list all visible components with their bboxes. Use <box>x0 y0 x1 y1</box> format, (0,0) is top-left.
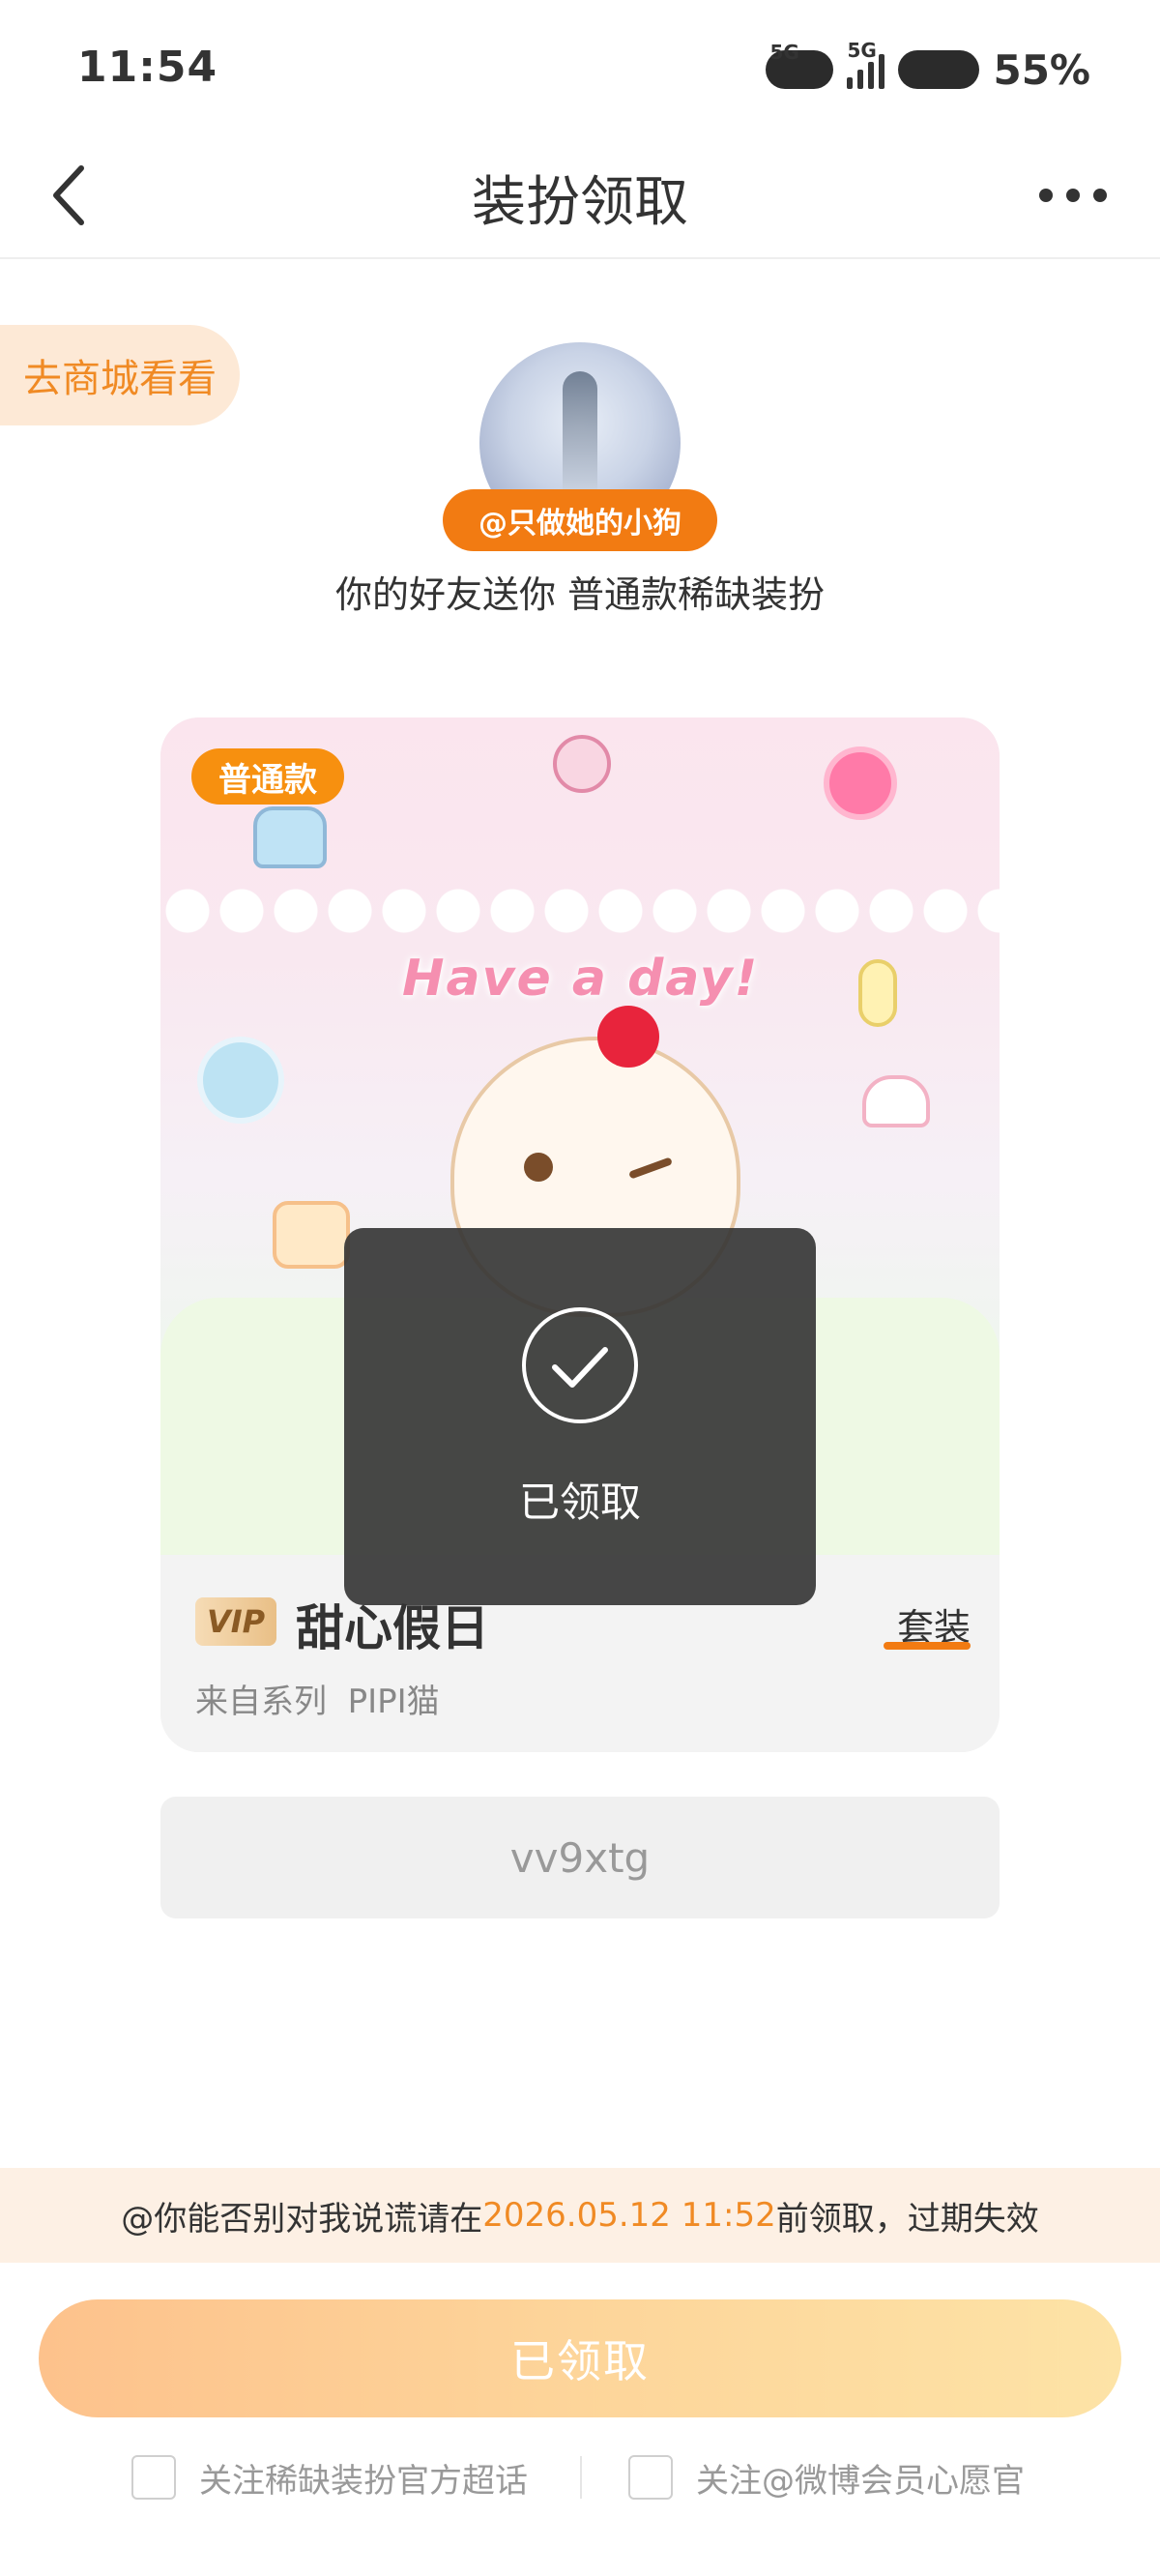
network-type-2: 5G <box>847 39 877 62</box>
series-label: 来自系列 <box>195 1683 327 1721</box>
status-time: 11:54 <box>77 43 218 92</box>
carrier-icon: 5G <box>766 41 834 89</box>
claimed-toast: 已领取 <box>344 1228 816 1605</box>
follow-divider <box>580 2456 582 2499</box>
status-icons: 5G 5G 55% <box>766 39 1090 97</box>
donut-icon <box>824 746 897 820</box>
notice-prefix: @你能否别对我说谎请在 <box>121 2199 483 2239</box>
lace-border <box>160 884 1000 938</box>
signal-icon: 5G <box>847 39 885 89</box>
toast-message: 已领取 <box>518 1478 641 1526</box>
cat-eye <box>524 1153 553 1182</box>
sender-username[interactable]: @只做她的小狗 <box>443 489 717 551</box>
more-dot-icon <box>1066 189 1080 202</box>
network-type-1: 5G <box>769 41 799 64</box>
follow-option-supertopic[interactable]: 关注稀缺装扮官方超话 <box>131 2448 528 2506</box>
cherry-icon <box>597 1006 659 1068</box>
series-info: 来自系列 PIPI猫 <box>195 1675 440 1722</box>
art-caption: Have a day! <box>402 950 760 1008</box>
follow-official-checkbox[interactable] <box>628 2455 673 2500</box>
item-type-underline <box>884 1642 971 1650</box>
more-options-button[interactable] <box>1025 164 1121 226</box>
series-name[interactable]: PIPI猫 <box>348 1683 440 1721</box>
go-to-shop-link[interactable]: 去商城看看 <box>0 325 240 425</box>
donut-icon <box>197 1037 284 1124</box>
cupcake-icon <box>862 1075 930 1127</box>
pudding-icon <box>253 806 327 868</box>
notice-suffix: 前领取，过期失效 <box>775 2199 1039 2239</box>
gift-message: 你的好友送你 普通款稀缺装扮 <box>0 565 1160 618</box>
carrier-icon-2 <box>898 50 980 89</box>
check-circle-icon <box>522 1307 638 1423</box>
follow-options: 关注稀缺装扮官方超话 关注@微博会员心愿官 <box>0 2448 1160 2506</box>
nav-header: 装扮领取 <box>0 135 1160 259</box>
more-dot-icon <box>1039 189 1053 202</box>
vip-badge: VIP <box>195 1597 276 1646</box>
page-title: 装扮领取 <box>472 171 688 234</box>
follow-supertopic-label: 关注稀缺装扮官方超话 <box>199 2461 528 2501</box>
deadline-notice: @你能否别对我说谎请在 2026.05.12 11:52 前领取，过期失效 <box>0 2168 1160 2263</box>
gift-message-prefix: 你的好友送你 <box>334 573 568 616</box>
spoon-icon <box>858 959 897 1027</box>
gift-code-field[interactable]: vv9xtg <box>160 1797 1000 1918</box>
checkmark-icon <box>552 1347 608 1388</box>
battery-level: 55% <box>993 45 1090 94</box>
status-bar: 11:54 5G 5G 55% <box>0 0 1160 135</box>
cake-icon <box>273 1201 350 1269</box>
cat-wink <box>628 1156 673 1180</box>
donut-icon <box>553 735 611 793</box>
claim-button[interactable]: 已领取 <box>39 2299 1121 2417</box>
normal-tier-badge: 普通款 <box>191 748 344 805</box>
follow-supertopic-checkbox[interactable] <box>131 2455 176 2500</box>
gift-message-item: 普通款稀缺装扮 <box>567 573 826 616</box>
follow-option-official[interactable]: 关注@微博会员心愿官 <box>628 2448 1025 2506</box>
notice-deadline: 2026.05.12 11:52 <box>482 2196 776 2235</box>
follow-official-label: 关注@微博会员心愿官 <box>696 2461 1025 2501</box>
more-dot-icon <box>1093 189 1107 202</box>
